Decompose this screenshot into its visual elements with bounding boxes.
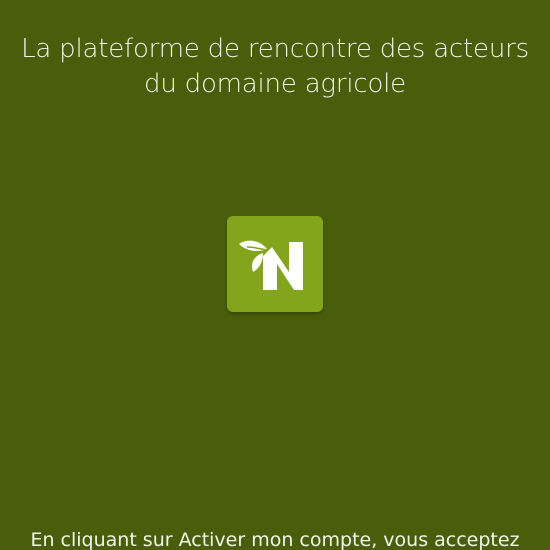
leaf-n-logo-icon: [239, 240, 303, 290]
app-logo: [227, 216, 323, 312]
splash-screen: La plateforme de rencontre des acteurs d…: [0, 0, 550, 550]
tagline-line-2: du domaine agricole: [144, 69, 406, 99]
tagline: La plateforme de rencontre des acteurs d…: [0, 32, 550, 102]
terms-notice: En cliquant sur Activer mon compte, vous…: [30, 529, 520, 550]
tagline-line-1: La plateforme de rencontre des acteurs: [21, 34, 529, 64]
